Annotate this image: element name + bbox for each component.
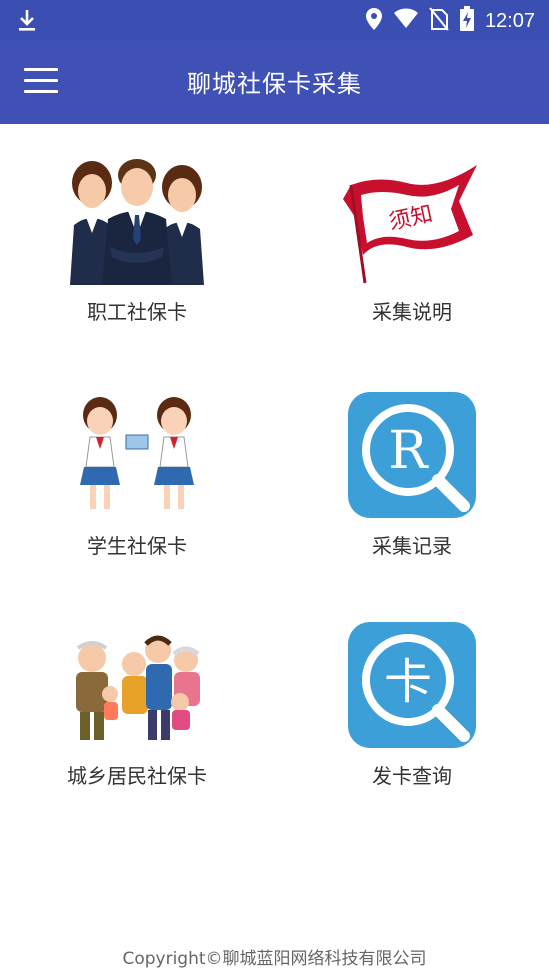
tile-employee-card[interactable]: 职工社保卡: [0, 140, 274, 370]
tile-label: 采集说明: [372, 300, 452, 324]
tile-collection-instructions[interactable]: 须知 采集说明: [275, 140, 549, 370]
tile-collection-records[interactable]: R 采集记录: [275, 374, 549, 604]
wifi-icon: [393, 8, 419, 34]
battery-charging-icon: [459, 6, 475, 36]
tile-student-card[interactable]: 学生社保卡: [0, 374, 274, 604]
tile-label: 发卡查询: [372, 764, 452, 788]
tile-label: 城乡居民社保卡: [67, 764, 207, 788]
tile-label: 职工社保卡: [87, 300, 187, 324]
students-illustration: [0, 374, 274, 534]
registered-glyph: R: [388, 421, 429, 481]
tile-label: 学生社保卡: [87, 534, 187, 558]
registered-search-icon: R: [275, 374, 549, 534]
tile-label: 采集记录: [372, 534, 452, 558]
no-sim-icon: [429, 7, 449, 35]
family-illustration: [0, 604, 274, 764]
card-search-icon: 卡: [275, 604, 549, 764]
card-glyph: 卡: [384, 654, 432, 710]
status-bar: 12:07: [0, 0, 549, 40]
clock: 12:07: [484, 9, 535, 32]
location-icon: [365, 7, 383, 35]
page-title: 聊城社保卡采集: [187, 70, 362, 98]
employees-illustration: [0, 140, 274, 300]
tile-resident-card[interactable]: 城乡居民社保卡: [0, 604, 274, 834]
tile-card-inquiry[interactable]: 卡 发卡查询: [275, 604, 549, 834]
download-icon: [16, 8, 38, 36]
notice-flag-icon: 须知: [275, 140, 549, 300]
app-bar: 聊城社保卡采集: [0, 40, 549, 124]
copyright-text: Copyright©聊城蓝阳网络科技有限公司: [122, 949, 427, 969]
